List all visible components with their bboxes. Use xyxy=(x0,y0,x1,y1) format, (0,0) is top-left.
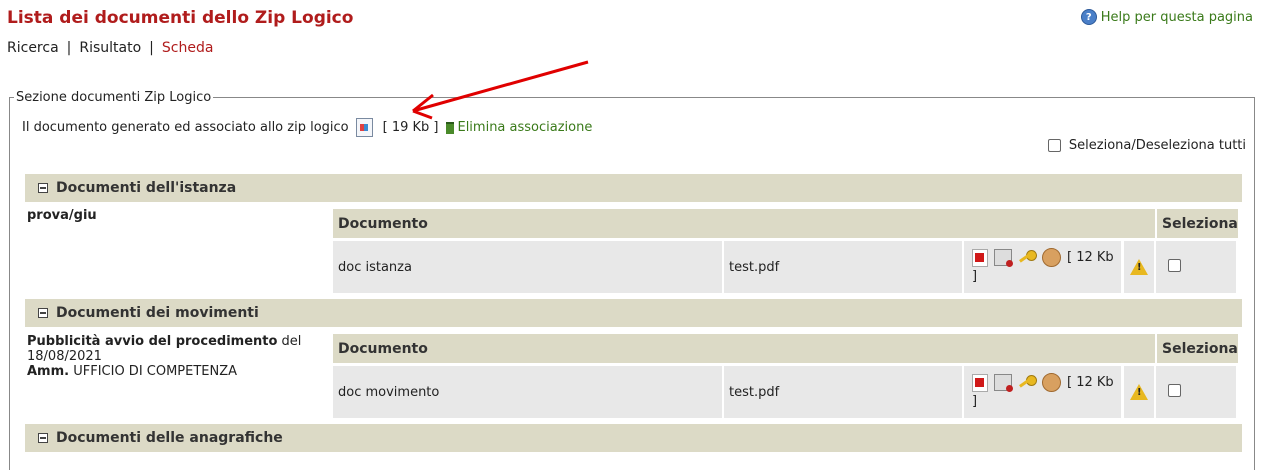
annotation-arrow xyxy=(412,60,589,120)
